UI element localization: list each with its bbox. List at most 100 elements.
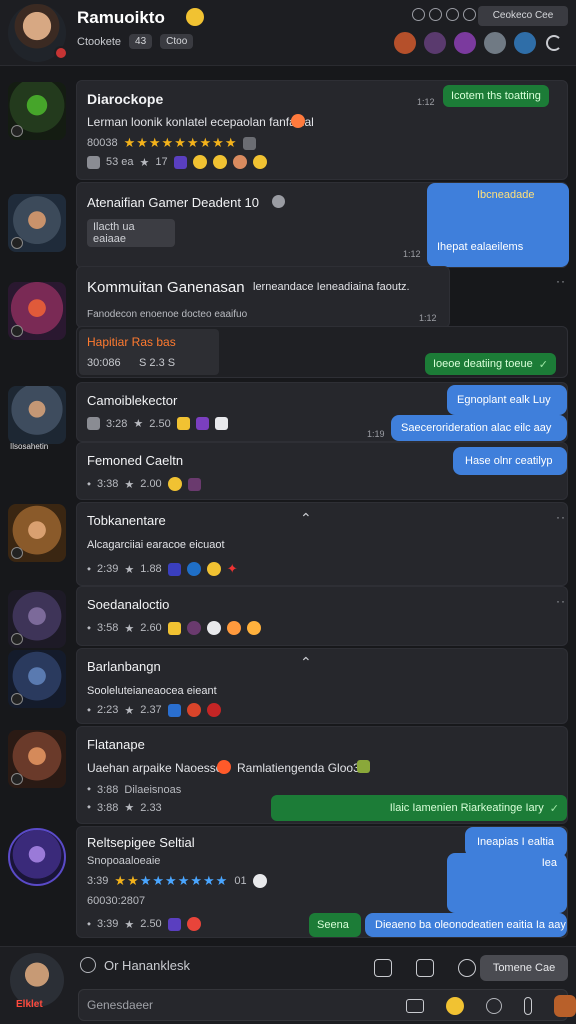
meta-value: 2.60 — [140, 622, 162, 634]
avatar[interactable] — [8, 504, 66, 562]
message-bubble[interactable]: Egnoplant ealk Luy — [447, 385, 567, 415]
avatar[interactable] — [482, 30, 508, 56]
reply-text: Ilaic Iamenien Riarkeatinge Iary — [389, 802, 544, 814]
avatar[interactable] — [8, 82, 66, 140]
share-icon[interactable] — [416, 959, 434, 977]
list-item[interactable]: Tobkanentare Alcagarciiai earacoe eicuao… — [76, 502, 568, 586]
chevron-up-icon[interactable]: ⌃ — [300, 654, 312, 671]
list-item[interactable]: Diarockope Lerman loonik konlatel ecepao… — [76, 80, 568, 180]
reply-bubble[interactable]: Ilaic Iamenien Riarkeatinge Iary ✓ — [271, 795, 567, 821]
meta-value: Dilaeisnoas — [124, 783, 182, 796]
send-mode-button[interactable]: Tomene Cae — [480, 955, 568, 981]
emoji-icon[interactable] — [446, 997, 464, 1015]
item-text: Uaehan arpaike Naoesson — [87, 761, 230, 775]
input-icon-group — [406, 995, 576, 1017]
list-item[interactable]: Soedanaloctio ⬩ 3:58 ★ 2.60 — [76, 586, 568, 646]
mic-icon[interactable] — [524, 997, 532, 1015]
reply-text: Ioeoe deatiing toeue — [433, 358, 533, 370]
more-icon[interactable]: ·· — [556, 274, 566, 288]
emoji-icon — [206, 621, 221, 635]
list-item[interactable]: Femoned Caeltn ⬩ 3:38 ★ 2.00 Hase olnr c… — [76, 442, 568, 500]
meta-value: 2.00 — [140, 478, 162, 490]
list-item[interactable]: Reltsepigee Seltial Snopoaaloeaie 3:39 ★… — [76, 826, 568, 938]
item-text: Sooleluteianeaocea eieant — [87, 685, 217, 697]
composer-header: Or Hananklesk — [80, 957, 190, 973]
camera-icon[interactable] — [486, 998, 502, 1014]
item-title: Diarockope — [87, 91, 164, 107]
profile-avatar[interactable] — [8, 4, 68, 62]
sticker-icon[interactable] — [554, 995, 576, 1017]
message-bubble[interactable]: Iea — [447, 853, 567, 913]
emoji-icon — [212, 155, 227, 169]
edit-icon[interactable] — [374, 959, 392, 977]
sync-icon[interactable] — [546, 35, 562, 51]
item-subtitle: Snopoaaloeaie — [87, 855, 161, 867]
avatar[interactable] — [8, 730, 66, 788]
rating-stars: ★★★★★★★★★ — [114, 873, 229, 888]
avatar[interactable] — [512, 30, 538, 56]
attach-icon[interactable] — [406, 999, 424, 1013]
soccer-icon — [272, 195, 285, 208]
reaction-icon — [176, 417, 190, 430]
bag-icon — [357, 760, 370, 773]
circle-icon[interactable] — [446, 8, 459, 21]
more-icon[interactable]: ·· — [556, 594, 566, 608]
emoji-icon — [246, 621, 261, 635]
list-item[interactable]: Hapitiar Ras bas 30:086 S 2.3 S Ioeoe de… — [76, 326, 568, 378]
meta-value: 17 — [155, 156, 168, 168]
item-title: Flatanape — [87, 737, 145, 752]
emoji-picker-icon[interactable] — [80, 957, 96, 973]
item-text: Lerman loonik konlatel ecepaolan fanfait… — [87, 115, 314, 129]
avatar[interactable] — [8, 194, 66, 252]
message-bubble[interactable]: Saecerorideration alac eilc aay — [391, 415, 567, 441]
timestamp: 1:19 — [367, 429, 385, 439]
avatar[interactable] — [8, 828, 66, 886]
online-avatars — [392, 30, 538, 56]
message-bubble[interactable]: Dieaeno ba oleonodeatien eaitia Ia aay — [365, 913, 567, 937]
refresh-icon[interactable] — [463, 8, 476, 21]
more-icon[interactable]: ·· — [556, 510, 566, 524]
list-item[interactable]: Kommuitan Ganenasan lerneandace Ieneadia… — [76, 266, 450, 328]
item-title-rest: lerneandace Ieneadiaina faoutz. — [253, 281, 410, 293]
meta-value: 2.50 — [140, 918, 162, 930]
message-bubble[interactable]: Ibcneadade Ihepat ealaeilems — [427, 183, 569, 267]
list-item[interactable]: Camoiblekector 3:28 ★ 2.50 1:19 Egnoplan… — [76, 382, 568, 442]
reaction-card: Hapitiar Ras bas 30:086 S 2.3 S — [79, 329, 219, 375]
chat-icon[interactable] — [458, 959, 476, 977]
message-bubble[interactable]: Hase olnr ceatilyp — [453, 447, 567, 475]
avatar[interactable] — [8, 590, 66, 648]
status-badge — [54, 46, 68, 60]
pin-icon: ⬩ — [87, 562, 91, 575]
list-item[interactable]: Barlanbangn Sooleluteianeaocea eieant ⬩ … — [76, 648, 568, 724]
reply-bubble[interactable]: Ioeoe deatiing toeue ✓ — [425, 353, 556, 375]
header-chip-2[interactable]: Ctoo — [160, 34, 194, 49]
list-item[interactable]: Atenaifian Gamer Deadent 10 Ilacth ua ea… — [76, 182, 569, 268]
meta-value: 53 ea — [106, 156, 134, 168]
gear-icon[interactable] — [429, 8, 442, 21]
pin-icon: ⬩ — [87, 477, 91, 490]
meta-value: 80038 — [87, 137, 118, 149]
avatar[interactable] — [452, 30, 478, 56]
avatar[interactable] — [8, 282, 66, 340]
list-item[interactable]: Flatanape Uaehan arpaike Naoesson Ramlat… — [76, 726, 568, 824]
composer-bar: Elklet Or Hananklesk Tomene Cae Genesdae… — [0, 946, 576, 1024]
avatar[interactable] — [8, 386, 66, 444]
reply-bubble[interactable]: Seena — [309, 913, 361, 937]
header-action-button[interactable]: Ceokeco Cee — [478, 6, 568, 26]
settings-icon[interactable] — [412, 8, 425, 21]
emoji-icon — [186, 703, 201, 717]
item-text-rest: Ramlatiengenda Gloo3 — [237, 761, 360, 775]
avatar[interactable] — [422, 30, 448, 56]
chat-feed[interactable]: Diarockope Lerman loonik konlatel ecepao… — [0, 70, 576, 944]
reply-bubble[interactable]: Icotem ths toatting — [443, 85, 549, 107]
reaction-icon — [214, 417, 228, 430]
smile-icon — [186, 8, 204, 26]
meta-value: 3:58 — [96, 622, 119, 634]
avatar[interactable] — [8, 650, 66, 708]
avatar[interactable] — [392, 30, 418, 56]
meta-value: 1.88 — [140, 563, 162, 575]
pin-icon: ⬩ — [87, 783, 91, 795]
chevron-up-icon[interactable]: ⌃ — [300, 510, 312, 527]
my-label: Elklet — [16, 999, 43, 1010]
header-chip[interactable]: 43 — [129, 34, 153, 49]
